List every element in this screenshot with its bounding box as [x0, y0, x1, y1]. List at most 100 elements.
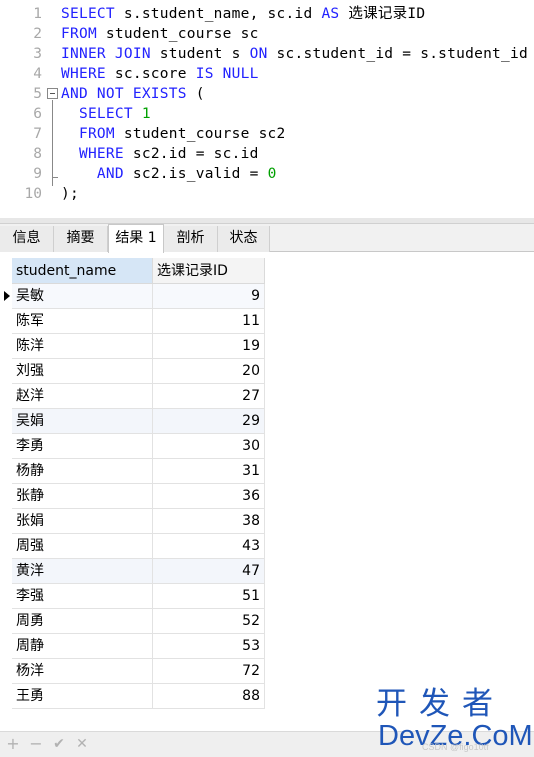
cell-record-id[interactable]: 11: [153, 309, 265, 334]
code-text[interactable]: INNER JOIN student s ON sc.student_id = …: [61, 44, 528, 64]
line-number: 4: [33, 66, 42, 82]
table-row[interactable]: 吴敏 9: [12, 284, 265, 309]
cell-record-id[interactable]: 20: [153, 359, 265, 384]
cell-student-name[interactable]: 周勇: [12, 609, 153, 634]
code-line[interactable]: 1 SELECT s.student_name, sc.id AS 选课记录ID: [0, 4, 534, 24]
code-line[interactable]: 4 WHERE sc.score IS NULL: [0, 64, 534, 84]
cell-record-id[interactable]: 52: [153, 609, 265, 634]
cell-record-id[interactable]: 72: [153, 659, 265, 684]
cell-record-id[interactable]: 53: [153, 634, 265, 659]
code-text[interactable]: SELECT s.student_name, sc.id AS 选课记录ID: [61, 4, 425, 24]
discard-changes-button[interactable]: ✕: [73, 735, 91, 753]
sql-keyword: IS NULL: [195, 66, 259, 82]
table-row[interactable]: 张静 36: [12, 484, 265, 509]
code-text[interactable]: FROM student_course sc2: [61, 124, 286, 144]
cell-record-id[interactable]: 43: [153, 534, 265, 559]
cell-student-name[interactable]: 周静: [12, 634, 153, 659]
cell-student-name[interactable]: 张静: [12, 484, 153, 509]
code-text[interactable]: );: [61, 184, 79, 204]
cell-record-id[interactable]: 31: [153, 459, 265, 484]
line-number: 7: [33, 126, 42, 142]
cell-student-name[interactable]: 黄洋: [12, 559, 153, 584]
code-line[interactable]: 7 FROM student_course sc2: [0, 124, 534, 144]
table-row[interactable]: 刘强 20: [12, 359, 265, 384]
table-row[interactable]: 杨洋 72: [12, 659, 265, 684]
table-row[interactable]: 陈洋 19: [12, 334, 265, 359]
table-row[interactable]: 陈军 11: [12, 309, 265, 334]
cell-student-name[interactable]: 周强: [12, 534, 153, 559]
table-row[interactable]: 李强 51: [12, 584, 265, 609]
table-row[interactable]: 杨静 31: [12, 459, 265, 484]
cell-student-name[interactable]: 李强: [12, 584, 153, 609]
sql-keyword: AND: [96, 166, 124, 182]
line-number: 8: [33, 146, 42, 162]
sql-text: student_course sc2: [114, 126, 286, 142]
cell-record-id[interactable]: 29: [153, 409, 265, 434]
cell-record-id[interactable]: 47: [153, 559, 265, 584]
code-line[interactable]: 6 SELECT 1: [0, 104, 534, 124]
table-row[interactable]: 周静 53: [12, 634, 265, 659]
column-header-record-id[interactable]: 选课记录ID: [153, 258, 265, 284]
sql-text: student s: [150, 46, 250, 62]
table-row[interactable]: 王勇 88: [12, 684, 265, 709]
code-text[interactable]: AND sc2.is_valid = 0: [61, 164, 277, 184]
table-row[interactable]: 李勇 30: [12, 434, 265, 459]
cell-record-id[interactable]: 38: [153, 509, 265, 534]
cell-record-id[interactable]: 19: [153, 334, 265, 359]
code-line[interactable]: 2 FROM student_course sc: [0, 24, 534, 44]
add-record-button[interactable]: +: [4, 735, 22, 753]
line-number: 3: [33, 46, 42, 62]
code-line[interactable]: 9 AND sc2.is_valid = 0: [0, 164, 534, 184]
sql-number: 0: [267, 166, 277, 182]
table-row[interactable]: 黄洋 47: [12, 559, 265, 584]
sql-keyword: WHERE: [61, 66, 106, 82]
line-number: 2: [33, 26, 42, 42]
cell-student-name[interactable]: 杨洋: [12, 659, 153, 684]
apply-changes-button[interactable]: ✔: [50, 735, 68, 753]
cell-student-name[interactable]: 陈军: [12, 309, 153, 334]
table-row[interactable]: 赵洋 27: [12, 384, 265, 409]
cell-student-name[interactable]: 吴娟: [12, 409, 153, 434]
code-line[interactable]: 8 WHERE sc2.id = sc.id: [0, 144, 534, 164]
cell-record-id[interactable]: 9: [153, 284, 265, 309]
tab-profile[interactable]: 剖析: [164, 226, 218, 252]
cell-record-id[interactable]: 88: [153, 684, 265, 709]
result-grid[interactable]: student_name 选课记录ID 吴敏 9 陈军 11 陈洋 19 刘强 20 赵洋 27 吴…: [0, 253, 534, 731]
table-row[interactable]: 吴娟 29: [12, 409, 265, 434]
table-row[interactable]: 周强 43: [12, 534, 265, 559]
cell-student-name[interactable]: 吴敏: [12, 284, 153, 309]
code-line[interactable]: 3 INNER JOIN student s ON sc.student_id =…: [0, 44, 534, 64]
tab-summary[interactable]: 摘要: [54, 226, 108, 252]
code-line[interactable]: 5 AND NOT EXISTS (: [0, 84, 534, 104]
cell-record-id[interactable]: 27: [153, 384, 265, 409]
line-number: 5: [33, 86, 42, 102]
sql-number: 1: [141, 106, 151, 122]
table-row[interactable]: 张娟 38: [12, 509, 265, 534]
column-header-student-name[interactable]: student_name: [12, 258, 153, 284]
tab-info[interactable]: 信息: [0, 226, 54, 252]
cell-student-name[interactable]: 张娟: [12, 509, 153, 534]
delete-record-button[interactable]: −: [27, 735, 45, 753]
tab-status[interactable]: 状态: [218, 226, 270, 252]
sql-editor[interactable]: 1 SELECT s.student_name, sc.id AS 选课记录ID 2…: [0, 0, 534, 218]
cell-record-id[interactable]: 51: [153, 584, 265, 609]
cell-record-id[interactable]: 36: [153, 484, 265, 509]
tab-result-1[interactable]: 结果 1: [108, 224, 164, 253]
code-text[interactable]: AND NOT EXISTS (: [61, 84, 205, 104]
code-text[interactable]: FROM student_course sc: [61, 24, 259, 44]
cell-record-id[interactable]: 30: [153, 434, 265, 459]
code-text[interactable]: WHERE sc2.id = sc.id: [61, 144, 259, 164]
cell-student-name[interactable]: 王勇: [12, 684, 153, 709]
cell-student-name[interactable]: 杨静: [12, 459, 153, 484]
cell-student-name[interactable]: 刘强: [12, 359, 153, 384]
code-text[interactable]: SELECT 1: [61, 104, 151, 124]
fold-toggle-icon[interactable]: [47, 88, 58, 99]
code-text[interactable]: WHERE sc.score IS NULL: [61, 64, 259, 84]
cell-student-name[interactable]: 李勇: [12, 434, 153, 459]
cell-student-name[interactable]: 陈洋: [12, 334, 153, 359]
code-line[interactable]: 10);: [0, 184, 534, 204]
table-row[interactable]: 周勇 52: [12, 609, 265, 634]
cell-student-name[interactable]: 赵洋: [12, 384, 153, 409]
